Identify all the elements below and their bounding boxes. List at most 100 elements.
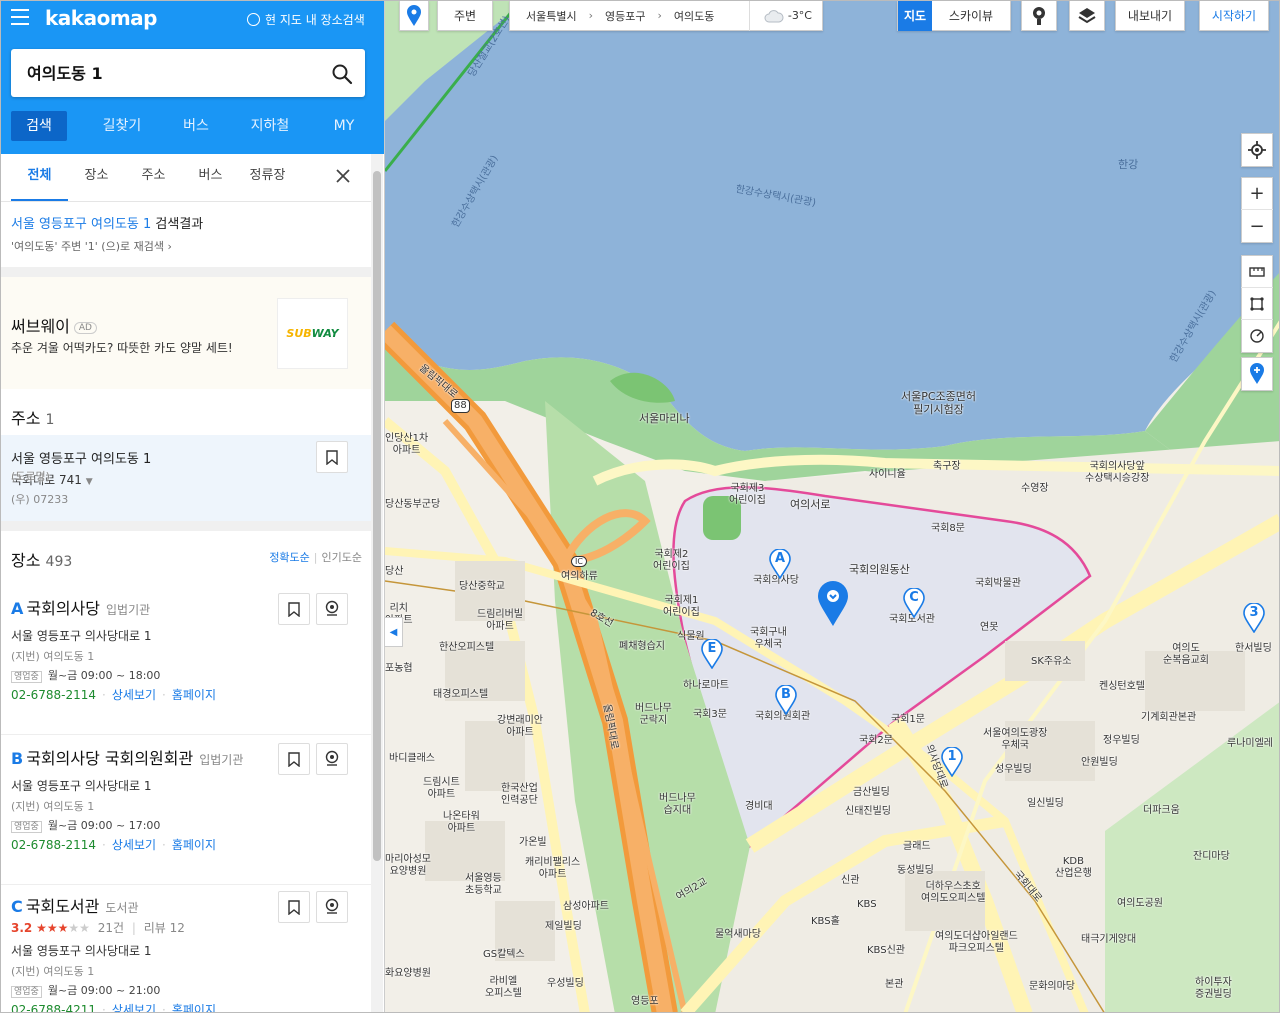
ad-description: 추운 겨울 어떡카도? 따뜻한 카도 양말 세트! [11, 341, 233, 355]
map-label: KDB 산업은행 [1055, 856, 1092, 879]
tab-bus[interactable]: 버스 [159, 111, 233, 141]
subtab-all[interactable]: 전체 [11, 154, 68, 201]
location-pin-icon [325, 750, 339, 766]
map-label: 가온빌 [519, 837, 547, 848]
map-label: 더하우스초호 여의도오피스텔 [921, 881, 986, 904]
query-link[interactable]: 서울 영등포구 여의도동 1 [11, 217, 151, 232]
roadview-button[interactable] [1021, 1, 1057, 31]
sort-popularity[interactable]: 인기도순 [322, 551, 362, 564]
area-search-toggle[interactable]: 현 지도 내 장소검색 [247, 11, 365, 28]
breadcrumb-city[interactable]: 서울특별시 [526, 8, 577, 24]
map-canvas[interactable]: 당산철교(2호선) 한강 한강수상택시(관광) 한강수상택시(관광) 한강수상택… [385, 1, 1279, 1012]
breadcrumb: 서울특별시 › 영등포구 › 여의도동 -3°C [509, 1, 823, 31]
add-place-button[interactable] [1241, 357, 1273, 391]
sort-accuracy[interactable]: 정확도순 [269, 551, 309, 564]
phone-number[interactable]: 02-6788-4211 [11, 1003, 96, 1012]
review-count[interactable]: 리뷰 12 [144, 921, 185, 935]
highway-shield: 88 [451, 399, 470, 413]
detail-link[interactable]: 상세보기 [112, 838, 156, 852]
list-item[interactable]: A 국회의사당 입법기관 서울 영등포구 의사당대로 1 (지번) 여의도동 1 영… [1, 587, 371, 735]
map-marker-e[interactable]: E [701, 638, 723, 670]
selected-location-pin-icon[interactable] [817, 581, 849, 627]
breadcrumb-dong[interactable]: 여의도동 [674, 8, 714, 24]
map-label: 국회3문 [693, 709, 727, 720]
map-marker-b[interactable]: B [775, 684, 797, 716]
place-name[interactable]: C 국회도서관 도서관 [11, 893, 138, 917]
route-button[interactable] [316, 891, 348, 923]
subway-logo: SUBWAY [277, 298, 348, 369]
search-icon[interactable] [331, 63, 353, 85]
tab-subway[interactable]: 지하철 [233, 111, 307, 141]
detail-link[interactable]: 상세보기 [112, 1003, 156, 1012]
scrollbar-thumb[interactable] [373, 171, 381, 861]
address-item[interactable]: 서울 영등포구 여의도동 1 (도로명) 국회대로 741 ▼ (우) 0723… [1, 435, 371, 521]
location-button[interactable] [399, 1, 429, 31]
bookmark-button[interactable] [278, 891, 310, 923]
caret-down-icon[interactable]: ▼ [86, 477, 93, 487]
area-icon[interactable] [1241, 288, 1273, 320]
map-type-toggle: 지도 스카이뷰 [897, 1, 1011, 31]
map-marker-c[interactable]: C [903, 587, 925, 619]
map-type-map[interactable]: 지도 [898, 1, 932, 31]
address-main[interactable]: 서울 영등포구 여의도동 1 [11, 448, 151, 467]
subtab-place[interactable]: 장소 [68, 154, 125, 201]
tab-my[interactable]: MY [307, 111, 381, 141]
nearby-button[interactable]: 주변 [437, 1, 493, 31]
collapse-panel-button[interactable]: ◀ [385, 617, 403, 647]
homepage-link[interactable]: 홈페이지 [172, 688, 216, 702]
map-label: 국회박물관 [975, 578, 1021, 589]
place-name[interactable]: B 국회의사당 국회의원회관 입법기관 [11, 745, 243, 769]
hours-text: 월~금 09:00 ~ 21:00 [47, 984, 161, 997]
crosshair-icon[interactable] [1241, 134, 1273, 166]
map-label: 제일빌딩 [545, 921, 582, 932]
phone-number[interactable]: 02-6788-2114 [11, 838, 96, 852]
export-button[interactable]: 내보내기 [1115, 1, 1185, 31]
map-label: 연못 [980, 622, 999, 633]
breadcrumb-district[interactable]: 영등포구 [605, 8, 645, 24]
ad-banner[interactable]: 써브웨이 AD 추운 겨울 어떡카도? 따뜻한 카도 양말 세트! SUBWAY [1, 277, 371, 389]
subtab-stop[interactable]: 정류장 [239, 154, 296, 201]
homepage-link[interactable]: 홈페이지 [172, 838, 216, 852]
detail-link[interactable]: 상세보기 [112, 688, 156, 702]
search-input[interactable] [27, 62, 317, 81]
map-type-skyview[interactable]: 스카이뷰 [932, 7, 1010, 24]
place-name-text: 국회의사당 국회의원회관 [26, 749, 194, 768]
tab-directions[interactable]: 길찾기 [85, 111, 159, 141]
radius-icon[interactable] [1241, 320, 1273, 352]
weather[interactable]: -3°C [748, 1, 822, 31]
route-button[interactable] [316, 593, 348, 625]
list-item[interactable]: C 국회도서관 도서관 3.2 ★★★★★ 21건 | 리뷰 12 서울 영등포구 … [1, 885, 371, 1012]
place-name[interactable]: A 국회의사당 입법기관 [11, 595, 150, 619]
place-marker: C [11, 897, 23, 916]
map-marker-3[interactable]: 3 [1243, 602, 1265, 634]
map-label: 하이투자 증권빌딩 [1195, 977, 1232, 1000]
bookmark-button[interactable] [278, 743, 310, 775]
start-button[interactable]: 시작하기 [1199, 1, 1269, 31]
subtab-address[interactable]: 주소 [125, 154, 182, 201]
homepage-link[interactable]: 홈페이지 [172, 1003, 216, 1012]
add-location-icon[interactable] [1241, 358, 1273, 390]
map-label: 루나미엘레 [1227, 738, 1273, 749]
current-location-button[interactable] [1241, 133, 1273, 167]
zoom-in-button[interactable]: + [1241, 178, 1273, 210]
close-icon[interactable] [335, 168, 351, 184]
cloud-icon [764, 9, 784, 22]
subtab-bus[interactable]: 버스 [182, 154, 239, 201]
menu-icon[interactable] [11, 9, 29, 25]
layers-button[interactable] [1069, 1, 1105, 31]
bookmark-button[interactable] [278, 593, 310, 625]
logo[interactable]: kakaomap [45, 6, 158, 30]
research-link[interactable]: '여의도동' 주변 '1' (으)로 재검색 › [11, 238, 172, 254]
bookmark-button[interactable] [316, 441, 348, 473]
phone-number[interactable]: 02-6788-2114 [11, 688, 96, 702]
map-marker-1[interactable]: 1 [941, 746, 963, 778]
ruler-icon[interactable] [1241, 256, 1273, 288]
place-rating[interactable]: 3.2 ★★★★★ 21건 | 리뷰 12 [11, 919, 185, 936]
radio-icon[interactable] [247, 13, 260, 26]
list-item[interactable]: B 국회의사당 국회의원회관 입법기관 서울 영등포구 의사당대로 1 (지번) 여… [1, 737, 371, 885]
map-marker-a[interactable]: A [769, 548, 791, 580]
place-contact: 02-6788-4211 · 상세보기 · 홈페이지 [11, 1001, 216, 1012]
route-button[interactable] [316, 743, 348, 775]
zoom-out-button[interactable]: − [1241, 210, 1273, 242]
tab-search[interactable]: 검색 [11, 111, 67, 141]
